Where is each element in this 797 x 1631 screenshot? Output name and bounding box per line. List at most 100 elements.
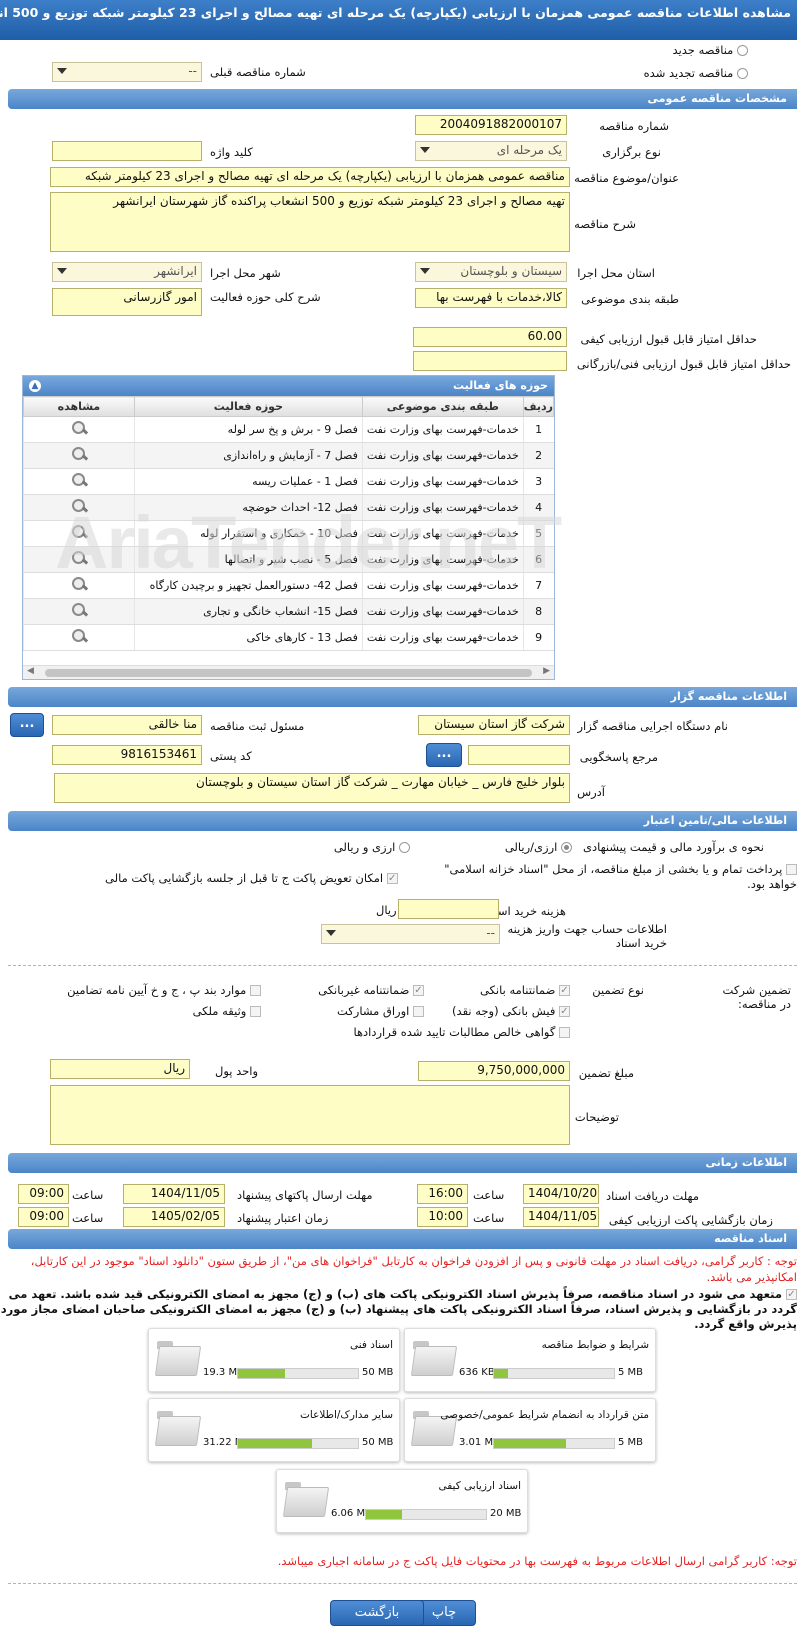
- guarantee-checkbox-1[interactable]: [559, 985, 570, 996]
- back-button[interactable]: بازگشت: [330, 1600, 424, 1626]
- send-date-field[interactable]: 1404/11/05: [123, 1184, 225, 1204]
- guarantee-opt-3[interactable]: موارد بند پ ، ج و خ آیین نامه تضامین: [67, 983, 261, 997]
- guarantee-checkbox-7[interactable]: [559, 1027, 570, 1038]
- receive-date-field[interactable]: 1404/10/20: [523, 1184, 599, 1204]
- column-header[interactable]: مشاهده: [23, 396, 135, 417]
- ref-label: مرجع پاسخگویی: [579, 750, 658, 764]
- table-cell-n: 9: [522, 624, 554, 651]
- receive-time-field[interactable]: 16:00: [417, 1184, 468, 1204]
- chevron-down-icon: [326, 930, 336, 936]
- table-cell-cat: خدمات-فهرست بهای وزارت نفت: [361, 624, 524, 651]
- guarantee-checkbox-5[interactable]: [413, 1006, 424, 1017]
- type-select[interactable]: یک مرحله ای: [415, 141, 567, 161]
- guarantee-opt-2[interactable]: ضمانتنامه غیربانکی: [318, 983, 424, 997]
- address-label: آدرس: [577, 785, 605, 799]
- min-quality-field[interactable]: 60.00: [413, 327, 567, 347]
- guarantee-checkbox-3[interactable]: [250, 985, 261, 996]
- magnifier-icon[interactable]: [71, 628, 87, 644]
- document-card[interactable]: اسناد فنی 19.3 MB 50 MB: [148, 1328, 400, 1392]
- document-size: 3.01 MB: [459, 1437, 500, 1448]
- min-tech-field[interactable]: [413, 351, 567, 371]
- guarantee-opt-5[interactable]: اوراق مشارکت: [337, 1004, 424, 1018]
- currency-field[interactable]: ریال: [50, 1059, 190, 1079]
- document-name: سایر مدارک/اطلاعات: [300, 1409, 393, 1421]
- province-select[interactable]: سیستان و بلوچستان: [415, 262, 567, 282]
- magnifier-icon[interactable]: [71, 446, 87, 462]
- account-select[interactable]: --: [321, 924, 500, 944]
- fee-field[interactable]: [398, 899, 499, 919]
- valid-date-field[interactable]: 1405/02/05: [123, 1207, 225, 1227]
- org-name-field[interactable]: شرکت گاز استان سیستان: [418, 715, 570, 735]
- guarantee-opt-6[interactable]: وثیقه ملکی: [193, 1004, 261, 1018]
- desc-field[interactable]: تهیه مصالح و اجرای 23 کیلومتر شبکه توزیع…: [50, 192, 570, 252]
- document-card[interactable]: اسناد ارزیابی کیفی 6.06 MB 20 MB: [276, 1469, 528, 1533]
- magnifier-icon[interactable]: [71, 602, 87, 618]
- estimate-radio-1[interactable]: [561, 842, 572, 853]
- province-label: استان محل اجرا: [577, 266, 655, 280]
- scroll-right-icon[interactable]: ▶: [543, 666, 550, 676]
- notes-field[interactable]: [50, 1085, 570, 1145]
- guarantee-checkbox-6[interactable]: [250, 1006, 261, 1017]
- renewed-tender-radio[interactable]: [737, 68, 748, 79]
- horizontal-scrollbar[interactable]: ◀ ▶: [23, 665, 554, 679]
- scroll-left-icon[interactable]: ◀: [27, 666, 34, 676]
- estimate-label: نحوه ی برآورد مالی و قیمت پیشنهادی: [582, 840, 764, 854]
- postal-field[interactable]: 9816153461: [52, 745, 202, 765]
- ref-field[interactable]: [468, 745, 570, 765]
- city-select[interactable]: ایرانشهر: [52, 262, 202, 282]
- swap-option[interactable]: امکان تعویض پاکت ج تا قبل از جلسه بازگشا…: [105, 871, 398, 885]
- category-field[interactable]: کالا،خدمات با فهرست بها: [415, 288, 567, 308]
- view-cell[interactable]: [23, 598, 135, 625]
- document-card[interactable]: شرایط و ضوابط مناقصه 636 KB 5 MB: [404, 1328, 656, 1392]
- keyword-field[interactable]: [52, 141, 202, 161]
- resp-field[interactable]: منا خالقی: [52, 715, 202, 735]
- size-progress-bar: [365, 1509, 487, 1520]
- treasury-checkbox[interactable]: [786, 864, 797, 875]
- page-title: مشاهده اطلاعات مناقصه عمومی همزمان با ار…: [0, 0, 797, 40]
- timing-section-header: اطلاعات زمانی: [8, 1153, 797, 1173]
- activities-header: حوزه های فعالیت ▲: [23, 376, 554, 396]
- guarantee-checkbox-2[interactable]: [413, 985, 424, 996]
- amount-field[interactable]: 9,750,000,000: [418, 1061, 570, 1081]
- address-field[interactable]: بلوار خلیج فارس _ خیابان مهارت _ شرکت گا…: [54, 773, 570, 803]
- magnifier-icon[interactable]: [71, 420, 87, 436]
- guarantee-opt-4[interactable]: فیش بانکی (وجه نقد): [452, 1004, 570, 1018]
- send-time-field[interactable]: 09:00: [18, 1184, 69, 1204]
- view-cell[interactable]: [23, 624, 135, 651]
- document-name: شرایط و ضوابط مناقصه: [541, 1339, 649, 1351]
- renewed-tender-option[interactable]: مناقصه تجدید شده: [638, 66, 748, 80]
- magnifier-icon[interactable]: [71, 472, 87, 488]
- estimate-option-2[interactable]: ارزی و ریالی: [330, 840, 410, 854]
- view-cell[interactable]: [23, 442, 135, 469]
- table-row: 1 خدمات-فهرست بهای وزارت نفت فصل 9 - برش و…: [23, 416, 554, 443]
- prev-number-select[interactable]: --: [52, 62, 202, 82]
- guarantee-checkbox-4[interactable]: [559, 1006, 570, 1017]
- guarantee-opt-7[interactable]: گواهی خالص مطالبات تایید شده قراردادها: [353, 1025, 570, 1039]
- valid-time-field[interactable]: 09:00: [18, 1207, 69, 1227]
- open-time-field[interactable]: 10:00: [417, 1207, 468, 1227]
- swap-checkbox[interactable]: [386, 873, 398, 884]
- scope-field[interactable]: امور گازرسانی: [52, 288, 202, 316]
- receive-time-label: ساعت: [473, 1188, 505, 1202]
- commitment-checkbox[interactable]: [786, 1289, 797, 1300]
- document-card[interactable]: متن قرارداد به انضمام شرایط عمومی/خصوصی 3…: [404, 1398, 656, 1462]
- ref-lookup-button[interactable]: ...: [426, 743, 462, 767]
- number-field[interactable]: 2004091882000107: [415, 115, 567, 135]
- estimate-radio-2[interactable]: [399, 842, 410, 853]
- new-tender-option[interactable]: مناقصه جدید: [638, 43, 748, 57]
- column-header[interactable]: طبقه بندی موضوعی: [361, 396, 524, 417]
- column-header[interactable]: حوزه فعالیت: [133, 396, 363, 417]
- view-cell[interactable]: [23, 416, 135, 443]
- resp-lookup-button[interactable]: ...: [10, 713, 44, 737]
- document-card[interactable]: سایر مدارک/اطلاعات 31.22 MB 50 MB: [148, 1398, 400, 1462]
- new-tender-radio[interactable]: [737, 45, 748, 56]
- table-cell-act: فصل 1 - عملیات ریسه: [133, 468, 363, 495]
- guarantee-opt-1[interactable]: ضمانتنامه بانکی: [480, 983, 570, 997]
- collapse-icon[interactable]: ▲: [29, 380, 41, 392]
- open-date-field[interactable]: 1404/11/05: [523, 1207, 599, 1227]
- estimate-option-1[interactable]: ارزی/ریالی: [492, 840, 572, 854]
- column-header[interactable]: ردیف: [522, 396, 555, 417]
- scrollbar-thumb[interactable]: [45, 669, 532, 677]
- view-cell[interactable]: [23, 468, 135, 495]
- subject-field[interactable]: مناقصه عمومی همزمان با ارزیابی (یکپارچه)…: [50, 167, 570, 187]
